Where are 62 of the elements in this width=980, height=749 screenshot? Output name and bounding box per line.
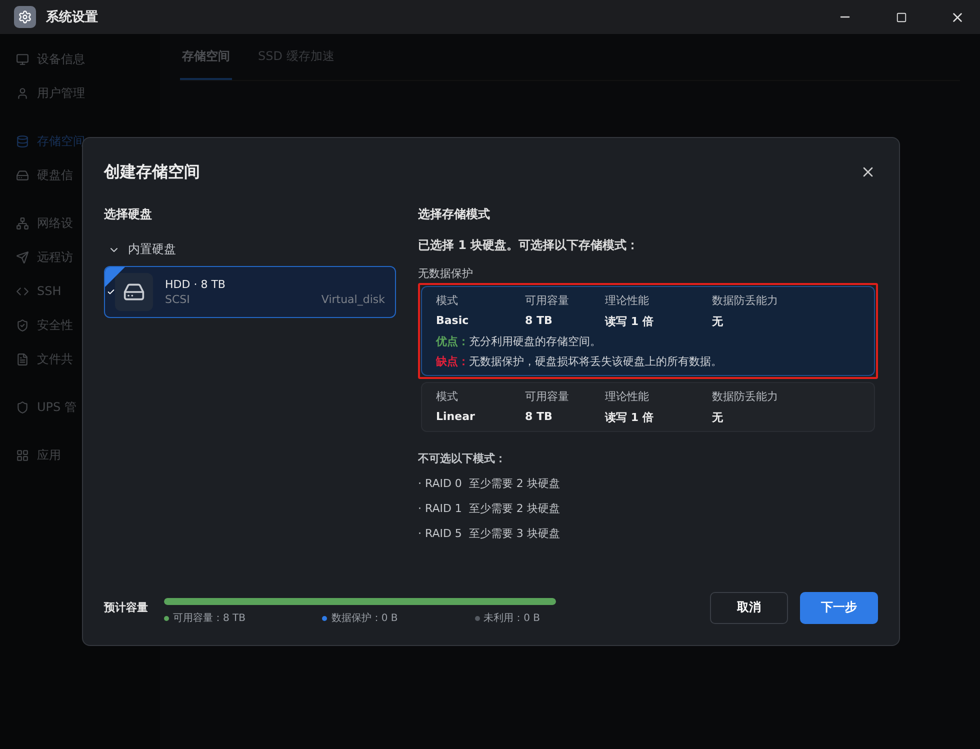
column-label: 理论性能 — [605, 293, 650, 308]
mode-value: 8 TB — [525, 410, 554, 425]
mode-value: 读写 1 倍 — [605, 314, 654, 329]
unavailable-mode: · RAID 0 至少需要 2 块硬盘 — [418, 476, 561, 491]
disk-model: Virtual_disk — [321, 293, 385, 306]
sidebar-item[interactable]: UPS 管 — [0, 390, 160, 424]
selection-summary: 已选择 1 块硬盘。可选择以下存储模式： — [418, 237, 640, 254]
network-icon — [16, 216, 29, 230]
column-label: 数据防丢能力 — [712, 293, 779, 308]
mode-value: 无 — [712, 314, 724, 329]
column-label: 可用容量 — [525, 293, 570, 308]
mode-value: 读写 1 倍 — [605, 410, 654, 425]
monitor-icon — [16, 52, 29, 66]
app-gear-icon — [14, 6, 36, 28]
code-icon — [16, 284, 29, 298]
dialog-title: 创建存储空间 — [104, 162, 200, 182]
document-icon — [16, 352, 29, 366]
disk-card[interactable]: HDD · 8 TB SCSI Virtual_disk — [104, 266, 396, 318]
check-icon — [107, 288, 115, 296]
mode-value: Linear — [436, 410, 476, 425]
column-label: 理论性能 — [605, 389, 650, 404]
maximize-icon[interactable] — [896, 12, 906, 22]
shield-icon — [16, 400, 29, 414]
mode-card[interactable]: 模式 可用容量 理论性能 数据防丢能力 Basic 8 TB 读写 1 倍 无 优点：充分利用硬盘的存储空间。 缺点：无数据保护，硬盘损坏将丢失该硬盘上的所有数据。 — [421, 286, 875, 376]
sidebar-item[interactable]: 用户管理 — [0, 76, 160, 110]
grid-icon — [16, 448, 29, 462]
mode-value: 无 — [712, 410, 724, 425]
cons-text: 缺点：无数据保护，硬盘损坏将丢失该硬盘上的所有数据。 — [436, 354, 723, 369]
unavailable-mode: · RAID 5 至少需要 3 块硬盘 — [418, 526, 561, 541]
unavailable-title: 不可选以下模式： — [418, 451, 507, 466]
section-title: 选择硬盘 — [104, 206, 153, 223]
unavailable-mode: · RAID 1 至少需要 2 块硬盘 — [418, 501, 561, 516]
cancel-button[interactable]: 取消 — [710, 592, 788, 624]
paper-plane-icon — [16, 250, 29, 264]
disk-bus: SCSI — [165, 293, 190, 306]
mode-card[interactable]: 模式 可用容量 理论性能 数据防丢能力 Linear 8 TB 读写 1 倍 无 — [421, 382, 875, 432]
mode-value: 8 TB — [525, 314, 554, 329]
next-button[interactable]: 下一步 — [800, 592, 878, 624]
column-label: 可用容量 — [525, 389, 570, 404]
section-title: 选择存储模式 — [418, 206, 491, 223]
sidebar-item[interactable]: 文件共 — [0, 342, 160, 376]
hard-drive-icon — [16, 168, 29, 182]
disk-group-toggle[interactable]: 内置硬盘 — [104, 241, 180, 258]
user-icon — [16, 86, 29, 100]
pros-text: 优点：充分利用硬盘的存储空间。 — [436, 334, 602, 349]
column-label: 模式 — [436, 389, 459, 404]
legend-item: 未利用：0 B — [474, 611, 540, 625]
shield-check-icon — [16, 318, 29, 332]
legend-item: 可用容量：8 TB — [164, 611, 246, 625]
column-label: 数据防丢能力 — [712, 389, 779, 404]
window-title: 系统设置 — [46, 8, 99, 26]
tab[interactable]: 存储空间 — [180, 34, 232, 80]
database-icon — [16, 134, 29, 148]
mode-value: Basic — [436, 314, 470, 329]
capacity-label: 预计容量 — [104, 600, 148, 615]
sidebar-item[interactable]: 应用 — [0, 438, 160, 472]
hard-drive-icon — [115, 273, 153, 311]
sidebar-item[interactable]: 设备信息 — [0, 42, 160, 76]
column-label: 模式 — [436, 293, 459, 308]
legend-item: 数据保护：0 B — [322, 611, 398, 625]
group-label: 无数据保护 — [418, 266, 474, 281]
disk-name: HDD · 8 TB — [165, 278, 226, 291]
